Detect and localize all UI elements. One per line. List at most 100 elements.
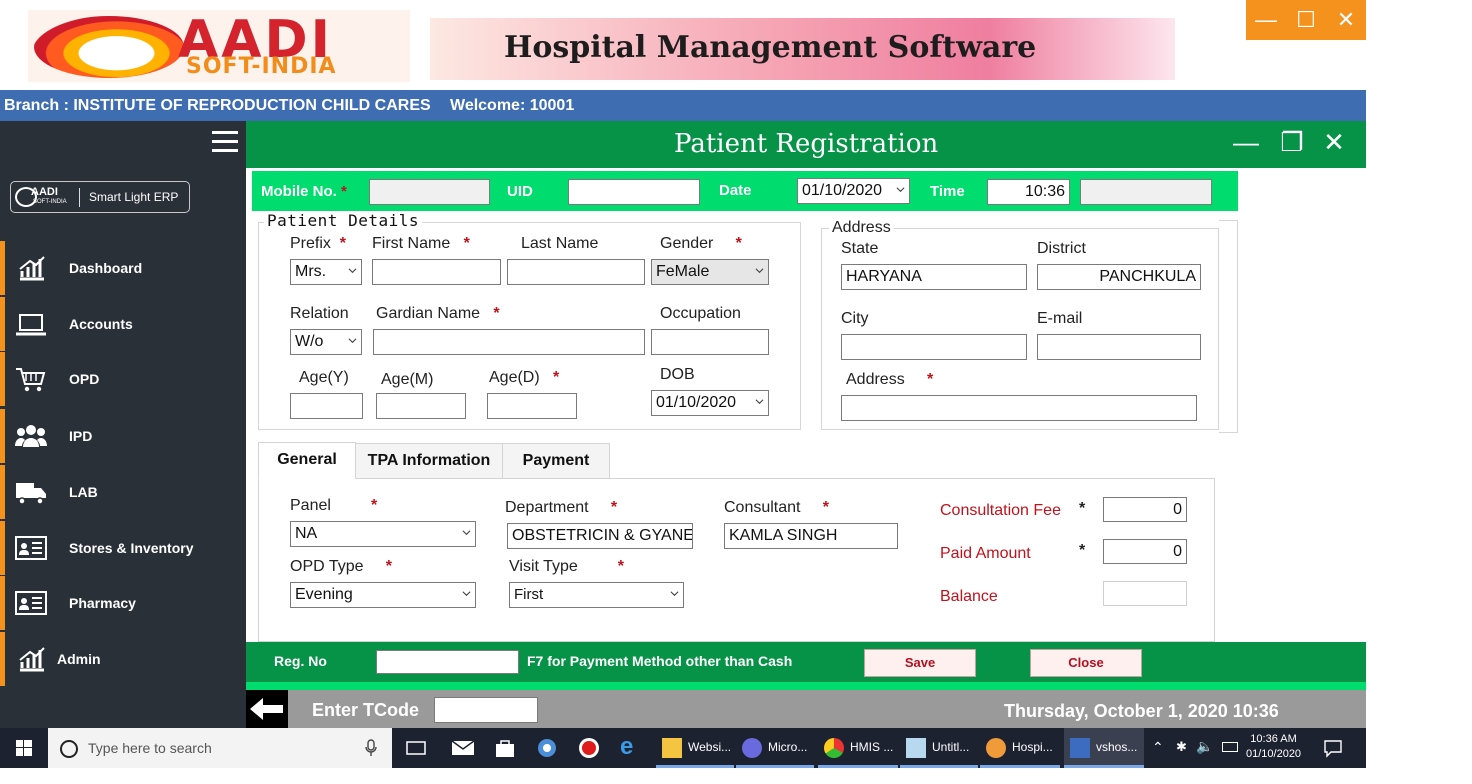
sidebar-item-label: LAB (69, 484, 98, 500)
close-icon[interactable]: ✕ (1314, 127, 1354, 159)
tab-payment[interactable]: Payment (502, 443, 610, 479)
paid-amount-input[interactable]: 0 (1103, 539, 1187, 564)
email-input[interactable] (1037, 334, 1201, 360)
taskbar-app-vshos[interactable]: vshos... (1064, 728, 1144, 768)
district-input[interactable]: PANCHKULA (1037, 264, 1201, 290)
extra-input[interactable] (1080, 179, 1212, 205)
chevron-up-icon[interactable]: ⌃ (1152, 739, 1164, 756)
consultant-input[interactable]: KAMLA SINGH (724, 523, 898, 549)
chevron-down-icon (755, 268, 764, 274)
consultation-fee-input[interactable]: 0 (1103, 497, 1187, 522)
opd-type-select[interactable]: Evening (290, 582, 476, 608)
consultation-fee-required: * (1079, 500, 1086, 517)
taskbar-app-untitled[interactable]: Untitl... (900, 728, 978, 768)
date-picker[interactable]: 01/10/2020 (797, 178, 910, 204)
uid-input[interactable] (568, 179, 700, 205)
chrome-icon (824, 738, 844, 758)
age-days-input[interactable] (487, 393, 577, 419)
taskbar-app-hmis[interactable]: HMIS ... (818, 728, 898, 768)
app-icon (742, 738, 762, 758)
taskbar-app-micro[interactable]: Micro... (736, 728, 814, 768)
age-months-label: Age(M) (381, 371, 434, 388)
start-button[interactable] (0, 728, 48, 768)
balance-input[interactable] (1103, 581, 1187, 606)
mail-icon[interactable] (450, 738, 476, 758)
sidebar-item-stores[interactable]: Stores & Inventory (0, 521, 246, 575)
payment-hint: F7 for Payment Method other than Cash (527, 653, 793, 669)
taskbar-app-hospi[interactable]: Hospi... (980, 728, 1060, 768)
sidebar-item-admin[interactable]: Admin (0, 632, 246, 686)
city-label: City (841, 310, 869, 327)
relation-select[interactable]: W/o (290, 329, 362, 355)
mobile-input[interactable] (369, 179, 490, 205)
tray-clock[interactable]: 10:36 AM 01/10/2020 (1246, 732, 1301, 762)
chevron-down-icon (670, 591, 679, 597)
department-input[interactable]: OBSTETRICIN & GYANE (507, 523, 693, 549)
minimize-icon[interactable]: — (1226, 127, 1266, 159)
tab-tpa-information[interactable]: TPA Information (355, 443, 503, 479)
last-name-input[interactable] (507, 259, 645, 285)
close-button[interactable]: Close (1030, 649, 1142, 677)
first-name-label: First Name * (372, 235, 470, 252)
close-icon[interactable]: ✕ (1326, 0, 1366, 40)
first-name-input[interactable] (372, 259, 501, 285)
taskbar-search[interactable]: Type here to search (48, 728, 392, 768)
maximize-icon[interactable]: ☐ (1286, 0, 1326, 40)
edge-icon[interactable]: e (620, 733, 633, 761)
paint-icon (986, 738, 1006, 758)
guardian-label: Gardian Name * (376, 305, 500, 322)
taskbar-app-label: Micro... (768, 740, 808, 754)
occupation-input[interactable] (651, 329, 769, 355)
occupation-label: Occupation (660, 305, 741, 322)
gender-select[interactable]: FeMale (651, 259, 769, 285)
app-window-icon (1070, 738, 1090, 758)
time-input[interactable]: 10:36 (987, 179, 1070, 205)
sidebar-item-dashboard[interactable]: Dashboard (0, 241, 246, 295)
taskbar-app-label: Untitl... (932, 740, 970, 754)
store-icon[interactable] (493, 737, 517, 759)
minimize-icon[interactable]: — (1246, 0, 1286, 40)
reg-no-input[interactable] (376, 650, 519, 674)
sidebar-item-ipd[interactable]: IPD (0, 409, 246, 463)
dob-picker[interactable]: 01/10/2020 (651, 390, 769, 416)
state-input[interactable]: HARYANA (841, 264, 1027, 290)
battery-icon[interactable] (1222, 742, 1238, 752)
tcode-input[interactable] (434, 697, 538, 723)
app-icon[interactable] (535, 736, 559, 760)
sidebar-item-label: IPD (69, 428, 93, 444)
city-input[interactable] (841, 334, 1027, 360)
taskbar-app-label: HMIS ... (850, 740, 894, 754)
sidebar-item-accounts[interactable]: Accounts (0, 297, 246, 351)
record-icon[interactable] (577, 736, 601, 760)
taskbar-app-websi[interactable]: Websi... (656, 728, 734, 768)
address-input[interactable] (841, 395, 1197, 421)
panel-select[interactable]: NA (290, 521, 476, 547)
tab-general[interactable]: General (258, 442, 356, 479)
guardian-input[interactable] (373, 329, 645, 355)
balance-label: Balance (940, 588, 998, 605)
sidebar-item-pharmacy[interactable]: Pharmacy (0, 576, 246, 630)
sidebar-item-opd[interactable]: OPD (0, 352, 246, 406)
age-years-input[interactable] (290, 393, 363, 419)
company-logo: AADI SOFT-INDIA (28, 10, 410, 82)
email-label: E-mail (1037, 310, 1083, 327)
save-button[interactable]: Save (864, 649, 976, 677)
age-months-input[interactable] (376, 393, 466, 419)
restore-icon[interactable]: ❐ (1272, 127, 1312, 159)
visit-type-select[interactable]: First (509, 582, 684, 608)
prefix-select[interactable]: Mrs. (290, 259, 362, 285)
bluetooth-icon[interactable]: ✱ (1176, 739, 1187, 755)
mobile-label: Mobile No. * (261, 183, 347, 200)
hamburger-menu-icon[interactable] (212, 131, 240, 155)
back-button[interactable] (246, 690, 288, 728)
panel-label: Panel * (290, 497, 378, 514)
volume-icon[interactable]: 🔈 (1196, 738, 1213, 755)
task-view-icon[interactable] (404, 738, 428, 758)
chevron-down-icon (348, 338, 357, 344)
app-window: AADI SOFT-INDIA Hospital Management Soft… (0, 0, 1472, 784)
date-label: Date (719, 182, 752, 199)
sidebar-item-lab[interactable]: LAB (0, 465, 246, 519)
last-name-label: Last Name (521, 235, 599, 252)
notification-icon[interactable] (1322, 738, 1344, 758)
badge-text: Smart Light ERP (89, 190, 179, 204)
